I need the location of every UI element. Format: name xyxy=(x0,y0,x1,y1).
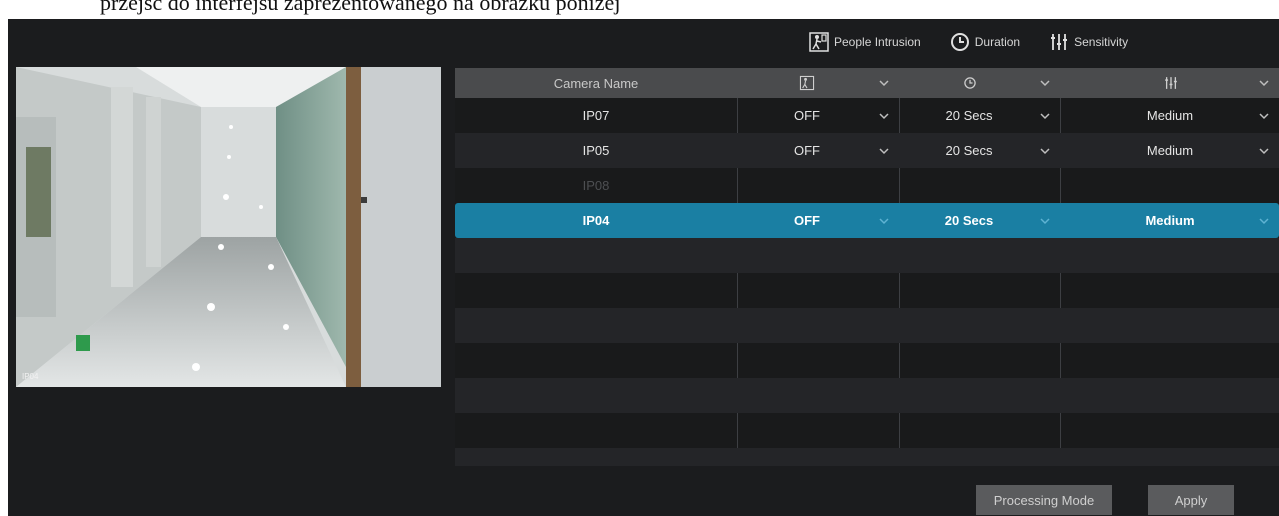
empty-row xyxy=(455,378,1279,413)
document-text: przejść do interfejsu zaprezentowanego n… xyxy=(100,0,621,15)
apply-button[interactable]: Apply xyxy=(1148,485,1234,515)
sensitivity-value: Medium xyxy=(1146,143,1194,158)
table-row: IP08 xyxy=(455,168,1279,203)
chevron-down-icon[interactable] xyxy=(1259,111,1269,121)
sensitivity-select[interactable]: Medium xyxy=(1060,203,1279,238)
duration-value: 20 Secs xyxy=(945,108,993,123)
empty-row xyxy=(455,273,1279,308)
sliders-icon xyxy=(1051,34,1068,50)
intrusion-value: OFF xyxy=(794,213,820,228)
sensitivity-value: Medium xyxy=(1146,108,1194,123)
clock-icon xyxy=(950,33,969,51)
sensitivity-select[interactable]: Medium xyxy=(1060,98,1279,133)
clock-icon xyxy=(964,77,976,89)
empty-row xyxy=(455,413,1279,448)
intrusion-value: OFF xyxy=(794,143,820,158)
camera-settings-table: Camera Name IP07 OFF 20 Secs Medium IP05… xyxy=(455,68,1279,466)
camera-preview-label: IP04 xyxy=(22,372,39,381)
people-intrusion-icon xyxy=(809,32,829,52)
chevron-down-icon[interactable] xyxy=(1259,78,1269,88)
header-camera-name: Camera Name xyxy=(455,68,737,98)
intrusion-select[interactable]: OFF xyxy=(737,203,899,238)
sensitivity-value: Medium xyxy=(1145,213,1195,228)
intrusion-value: OFF xyxy=(794,108,820,123)
corridor-image xyxy=(16,67,441,387)
people-intrusion-icon xyxy=(799,75,815,91)
camera-name: IP07 xyxy=(582,108,610,123)
legend-sensitivity-label: Sensitivity xyxy=(1074,35,1129,49)
camera-name: IP08 xyxy=(582,178,610,193)
chevron-down-icon[interactable] xyxy=(879,111,889,121)
legend-duration-label: Duration xyxy=(974,35,1021,49)
processing-mode-button[interactable]: Processing Mode xyxy=(976,485,1112,515)
table-row-selected[interactable]: IP04 OFF 20 Secs Medium xyxy=(455,203,1279,238)
legend-people-intrusion-label: People Intrusion xyxy=(834,35,921,49)
camera-name-cell: IP05 xyxy=(455,133,737,168)
chevron-down-icon[interactable] xyxy=(879,216,889,226)
sensitivity-select[interactable]: Medium xyxy=(1060,133,1279,168)
duration-value: 20 Secs xyxy=(945,143,993,158)
header-camera-name-label: Camera Name xyxy=(553,75,639,91)
empty-row xyxy=(455,343,1279,378)
chevron-down-icon[interactable] xyxy=(1040,146,1050,156)
camera-name-cell: IP04 xyxy=(455,203,737,238)
camera-name: IP05 xyxy=(582,143,610,158)
header-sensitivity[interactable] xyxy=(1060,68,1279,98)
duration-value: 20 Secs xyxy=(944,213,994,228)
empty-row xyxy=(455,308,1279,343)
header-intrusion[interactable] xyxy=(737,68,899,98)
empty-row xyxy=(455,448,1279,466)
header-duration[interactable] xyxy=(899,68,1060,98)
intrusion-select[interactable]: OFF xyxy=(737,98,899,133)
camera-name-cell: IP08 xyxy=(455,168,737,203)
camera-preview: IP04 xyxy=(16,67,441,387)
intrusion-settings-panel: People Intrusion Duration Sensitivity IP… xyxy=(8,19,1279,516)
camera-name-cell: IP07 xyxy=(455,98,737,133)
chevron-down-icon[interactable] xyxy=(1040,78,1050,88)
camera-name: IP04 xyxy=(582,213,610,228)
chevron-down-icon[interactable] xyxy=(1040,216,1050,226)
legend-people-intrusion: People Intrusion xyxy=(808,31,921,53)
sliders-icon xyxy=(1165,77,1177,89)
legend-sensitivity: Sensitivity xyxy=(1048,31,1128,53)
intrusion-select[interactable]: OFF xyxy=(737,133,899,168)
chevron-down-icon[interactable] xyxy=(879,146,889,156)
legend-duration: Duration xyxy=(949,31,1020,53)
chevron-down-icon[interactable] xyxy=(1259,146,1269,156)
chevron-down-icon[interactable] xyxy=(1040,111,1050,121)
duration-select[interactable]: 20 Secs xyxy=(899,203,1060,238)
chevron-down-icon[interactable] xyxy=(879,78,889,88)
duration-select[interactable]: 20 Secs xyxy=(899,98,1060,133)
empty-row xyxy=(455,238,1279,273)
table-row[interactable]: IP05 OFF 20 Secs Medium xyxy=(455,133,1279,168)
chevron-down-icon[interactable] xyxy=(1259,216,1269,226)
legend: People Intrusion Duration Sensitivity xyxy=(808,31,1156,53)
duration-select[interactable]: 20 Secs xyxy=(899,133,1060,168)
table-header: Camera Name xyxy=(455,68,1279,98)
table-row[interactable]: IP07 OFF 20 Secs Medium xyxy=(455,98,1279,133)
